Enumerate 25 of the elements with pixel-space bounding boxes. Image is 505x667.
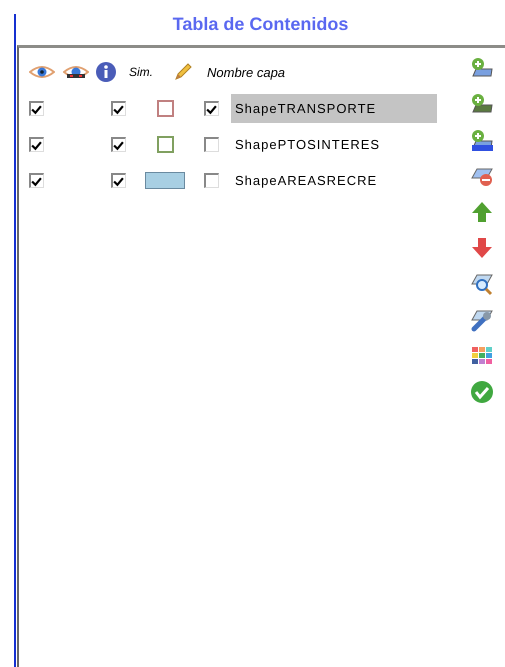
layer-name[interactable]: ShapeAREASRECRE (231, 166, 437, 194)
edit-checkbox[interactable] (204, 172, 219, 188)
name-header: Nombre capa (207, 64, 286, 80)
info-icon (95, 61, 117, 83)
add-service-icon[interactable] (470, 128, 494, 152)
panel-title: Tabla de Contenidos (172, 13, 350, 36)
active-checkbox[interactable] (111, 136, 126, 152)
up-arrow-icon[interactable] (470, 200, 494, 224)
hidden-eye-icon (63, 64, 89, 80)
zoom-layer-icon[interactable] (470, 272, 494, 296)
wrench-layer-icon[interactable] (470, 308, 494, 332)
check-circle-icon[interactable] (470, 380, 494, 404)
down-arrow-icon[interactable] (470, 236, 494, 260)
eye-icon (29, 64, 55, 80)
symbol-header: Sim. (129, 65, 153, 79)
layer-name[interactable]: ShapeTRANSPORTE (231, 94, 437, 122)
visibility-checkbox[interactable] (29, 136, 44, 152)
active-checkbox[interactable] (111, 100, 126, 116)
visibility-checkbox[interactable] (29, 100, 44, 116)
active-checkbox[interactable] (111, 172, 126, 188)
pencil-icon (173, 62, 193, 82)
edit-checkbox[interactable] (204, 100, 219, 116)
visibility-checkbox[interactable] (29, 172, 44, 188)
layer-name[interactable]: ShapePTOSINTERES (231, 130, 437, 158)
edit-checkbox[interactable] (204, 136, 219, 152)
